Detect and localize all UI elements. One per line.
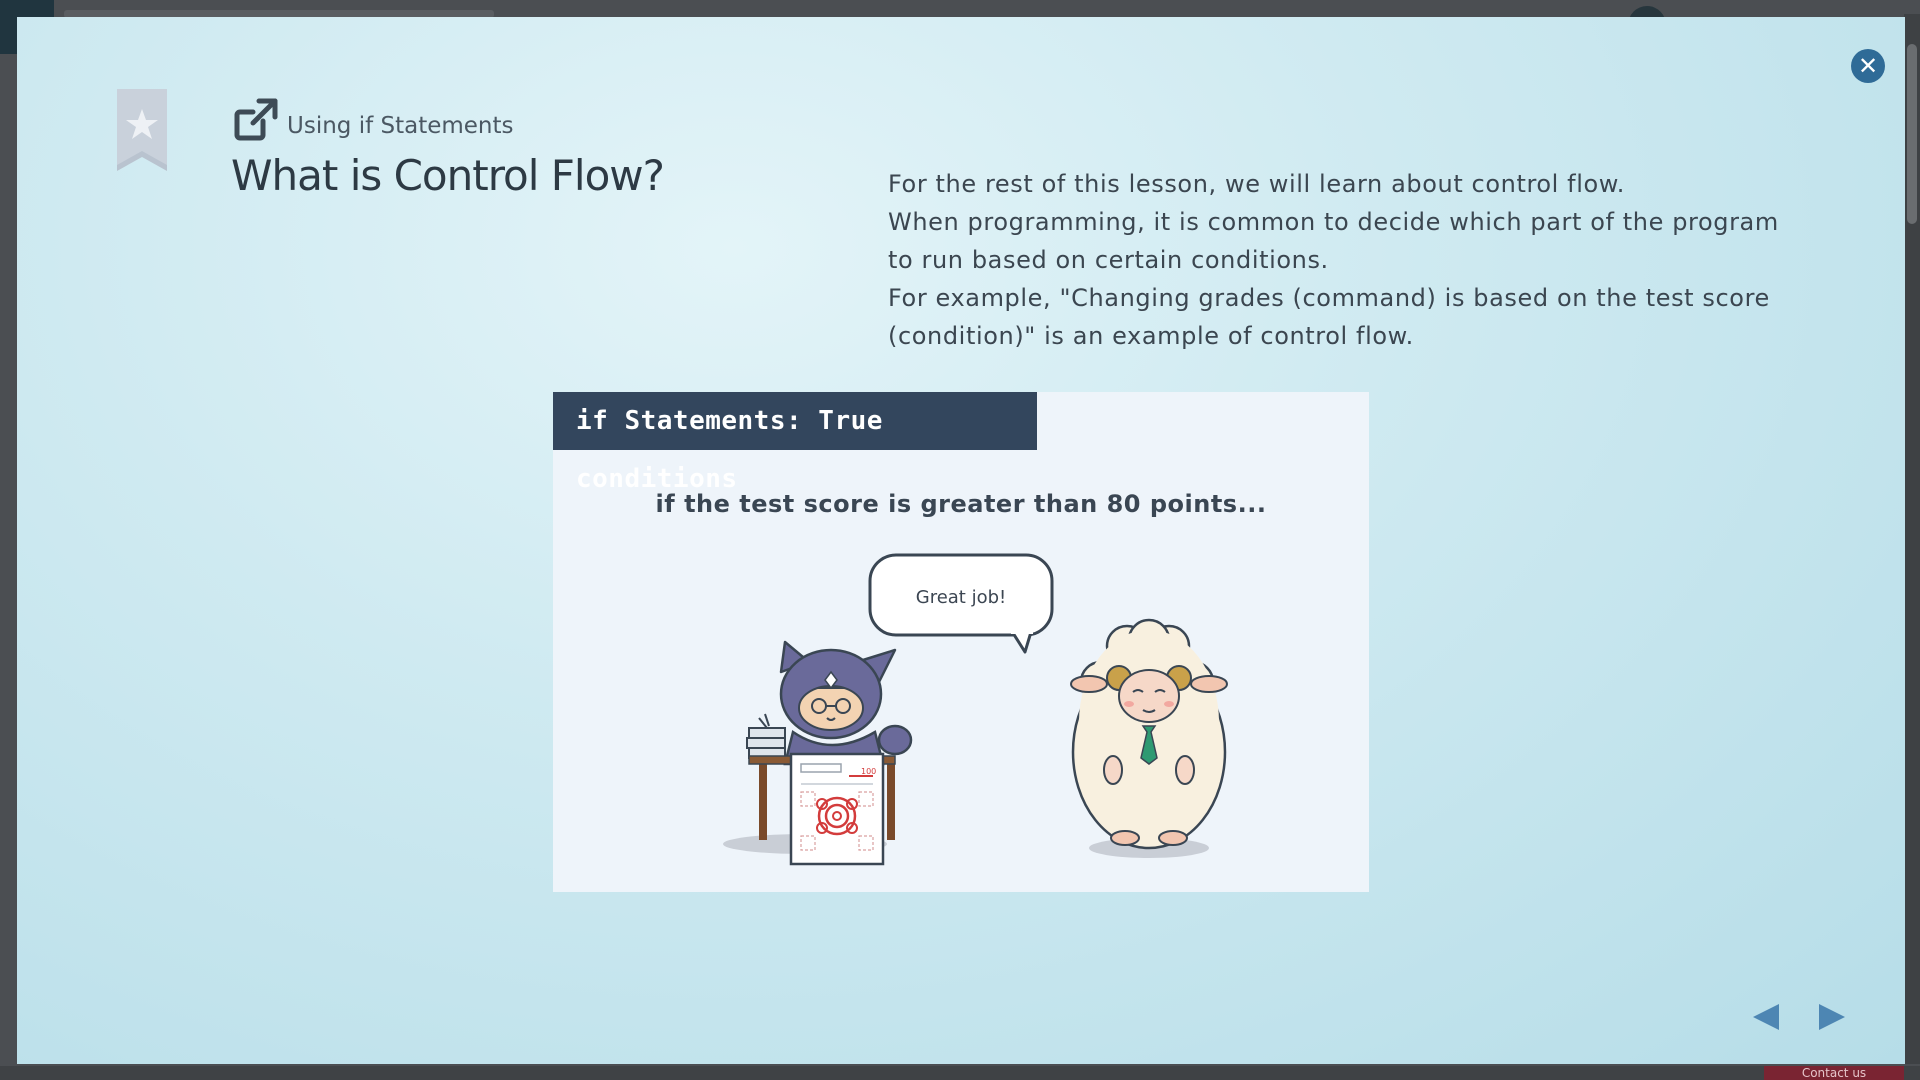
cat-ninja-character: [746, 640, 913, 866]
sheep-character: [1070, 618, 1228, 850]
contact-us-button[interactable]: Contact us: [1764, 1066, 1904, 1080]
lesson-description: For the rest of this lesson, we will lea…: [888, 165, 1788, 355]
background-bottom-bar: [0, 1066, 1920, 1080]
close-icon: ✕: [1857, 52, 1879, 80]
page-title: What is Control Flow?: [231, 151, 665, 200]
lesson-link[interactable]: Using if Statements: [233, 89, 514, 141]
description-paragraph: For example, "Changing grades (command) …: [888, 284, 1770, 350]
description-paragraph: When programming, it is common to decide…: [888, 208, 1779, 274]
bookmark-star-icon[interactable]: [113, 89, 171, 171]
page-scrollbar[interactable]: [1904, 14, 1920, 1064]
previous-arrow-icon[interactable]: [1747, 1001, 1783, 1033]
lesson-slide: if Statements: True conditions if the te…: [553, 392, 1369, 892]
lesson-link-label: Using if Statements: [287, 113, 514, 139]
close-button[interactable]: ✕: [1851, 49, 1885, 83]
next-arrow-icon[interactable]: [1815, 1001, 1851, 1033]
external-link-icon: [234, 98, 278, 141]
test-paper-score: 100: [861, 767, 876, 776]
lesson-modal: ✕ Using if Statements What is Control Fl…: [17, 17, 1905, 1064]
description-paragraph: For the rest of this lesson, we will lea…: [888, 170, 1626, 198]
speech-bubble-text: Great job!: [915, 587, 1007, 608]
scrollbar-thumb[interactable]: [1907, 44, 1917, 224]
slide-illustration: 100: [723, 553, 1228, 866]
